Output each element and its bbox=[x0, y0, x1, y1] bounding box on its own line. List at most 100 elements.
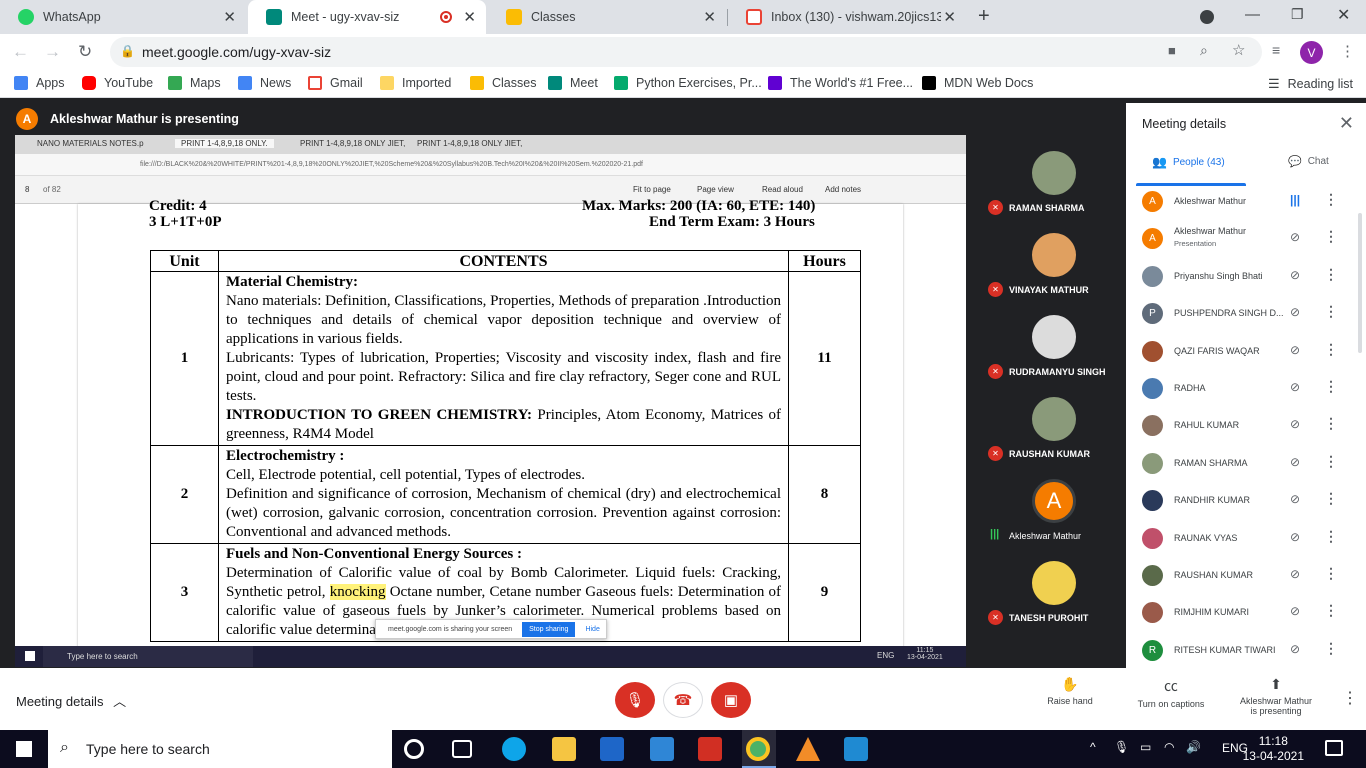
notifications-icon[interactable] bbox=[1325, 740, 1343, 756]
tab-people[interactable]: 👥 People (43) bbox=[1152, 155, 1225, 169]
volume-icon[interactable]: 🔊 bbox=[1186, 740, 1201, 754]
participant-row[interactable]: RAHUL KUMAR ⊘ ⋮ bbox=[1126, 407, 1366, 444]
tray-chevron-icon[interactable]: ^ bbox=[1090, 740, 1096, 754]
more-options-icon[interactable]: ⋮ bbox=[1324, 303, 1338, 320]
more-options-icon[interactable]: ⋮ bbox=[1324, 602, 1338, 619]
tab-classes[interactable]: Classes ✕ bbox=[488, 0, 726, 34]
bookmark-imported[interactable]: Imported bbox=[380, 76, 451, 90]
minimize-icon[interactable]: — bbox=[1245, 6, 1260, 23]
more-options-icon[interactable]: ⋮ bbox=[1342, 688, 1358, 708]
leave-call-button[interactable]: ☎ bbox=[663, 682, 703, 718]
more-options-icon[interactable]: ⋮ bbox=[1324, 228, 1338, 245]
bookmark-classes[interactable]: Classes bbox=[470, 76, 536, 90]
bookmark-maps[interactable]: Maps bbox=[168, 76, 221, 90]
tab-whatsapp[interactable]: WhatsApp ✕ bbox=[0, 0, 246, 34]
file-explorer-icon[interactable] bbox=[552, 737, 576, 761]
acrobat-icon[interactable] bbox=[698, 737, 722, 761]
more-options-icon[interactable]: ⋮ bbox=[1324, 453, 1338, 470]
taskbar-search[interactable]: ⌕ Type here to search bbox=[48, 730, 392, 768]
close-icon[interactable]: ✕ bbox=[703, 8, 716, 26]
tab-gmail[interactable]: Inbox (130) - vishwam.20jics133@ ✕ bbox=[728, 0, 966, 34]
vlc-icon[interactable] bbox=[796, 737, 820, 761]
window-close-icon[interactable]: ✕ bbox=[1337, 5, 1350, 25]
participant-row[interactable]: RIMJHIM KUMARI ⊘ ⋮ bbox=[1126, 594, 1366, 631]
participant-tile[interactable]: ✕ RAUSHAN KUMAR bbox=[981, 387, 1125, 465]
participant-row[interactable]: Priyanshu Singh Bhati ⊘ ⋮ bbox=[1126, 258, 1366, 295]
close-icon[interactable]: ✕ bbox=[223, 8, 236, 26]
tab-meet[interactable]: Meet - ugy-xvav-siz ✕ bbox=[248, 0, 486, 34]
camera-icon[interactable]: ■ bbox=[1168, 43, 1176, 58]
bookmark-apps[interactable]: Apps bbox=[14, 76, 65, 90]
participant-row[interactable]: RAUSHAN KUMAR ⊘ ⋮ bbox=[1126, 557, 1366, 594]
more-options-icon[interactable]: ⋮ bbox=[1324, 191, 1338, 208]
mail-icon[interactable] bbox=[650, 737, 674, 761]
more-options-icon[interactable]: ⋮ bbox=[1324, 528, 1338, 545]
forward-icon[interactable]: → bbox=[44, 42, 61, 62]
taskbar-clock[interactable]: 11:18 13-04-2021 bbox=[1243, 734, 1304, 764]
bookmark-meet[interactable]: Meet bbox=[548, 76, 598, 90]
participant-tile[interactable]: ✕ RUDRAMANYU SINGH bbox=[981, 305, 1125, 383]
zoom-icon[interactable]: ⌕ bbox=[1200, 42, 1208, 59]
mic-toggle-button[interactable]: 🎙 bbox=[615, 682, 655, 718]
reading-list[interactable]: ☰ Reading list bbox=[1268, 76, 1353, 92]
participant-tile[interactable]: A ||| Akleshwar Mathur bbox=[981, 469, 1125, 547]
windows-start-icon[interactable] bbox=[16, 741, 32, 757]
battery-icon[interactable]: ▭ bbox=[1140, 740, 1151, 754]
more-options-icon[interactable]: ⋮ bbox=[1324, 415, 1338, 432]
more-options-icon[interactable]: ⋮ bbox=[1324, 341, 1338, 358]
bookmark-gmail[interactable]: Gmail bbox=[308, 76, 363, 90]
close-icon[interactable]: ✕ bbox=[943, 8, 956, 26]
back-icon[interactable]: ← bbox=[12, 42, 29, 62]
bookmark-yahoo[interactable]: The World's #1 Free... bbox=[768, 76, 913, 90]
media-control-icon[interactable]: ≡ bbox=[1272, 42, 1280, 58]
bookmark-python[interactable]: Python Exercises, Pr... bbox=[614, 76, 762, 90]
store-icon[interactable] bbox=[600, 737, 624, 761]
bookmark-news[interactable]: News bbox=[238, 76, 291, 90]
participant-row[interactable]: A Akleshwar Mathur ||| ⋮ bbox=[1126, 183, 1366, 220]
meeting-details-button[interactable]: Meeting details ︿ bbox=[16, 691, 126, 710]
edge-icon[interactable] bbox=[502, 737, 526, 761]
more-options-icon[interactable]: ⋮ bbox=[1324, 490, 1338, 507]
participant-row[interactable]: RAMAN SHARMA ⊘ ⋮ bbox=[1126, 445, 1366, 482]
reload-icon[interactable]: ↻ bbox=[78, 42, 92, 62]
search-icon: ⌕ bbox=[60, 739, 69, 756]
unit-heading: Electrochemistry : bbox=[226, 448, 345, 464]
tab-chat[interactable]: 💬 Chat bbox=[1288, 155, 1329, 168]
participant-row[interactable]: RADHA ⊘ ⋮ bbox=[1126, 370, 1366, 407]
participant-name: RAMAN SHARMA bbox=[1009, 203, 1085, 213]
participant-tile[interactable]: ✕ VINAYAK MATHUR bbox=[981, 223, 1125, 301]
participant-row[interactable]: RAUNAK VYAS ⊘ ⋮ bbox=[1126, 520, 1366, 557]
close-icon[interactable]: ✕ bbox=[1339, 113, 1354, 134]
new-tab-button[interactable]: + bbox=[978, 5, 990, 28]
bookmark-label: Apps bbox=[36, 76, 65, 90]
present-status-button[interactable]: ⬆ Akleshwar Mathur is presenting bbox=[1232, 676, 1320, 716]
raise-hand-button[interactable]: ✋ Raise hand bbox=[1044, 676, 1096, 706]
participant-row[interactable]: A Akleshwar Mathur Presentation ⊘ ⋮ bbox=[1126, 220, 1366, 257]
participant-row[interactable]: R RITESH KUMAR TIWARI ⊘ ⋮ bbox=[1126, 632, 1366, 669]
bookmark-mdn[interactable]: MDN Web Docs bbox=[922, 76, 1033, 90]
more-options-icon[interactable]: ⋮ bbox=[1324, 565, 1338, 582]
participant-tile[interactable]: ✕ RAMAN SHARMA bbox=[981, 141, 1125, 219]
mic-tray-icon[interactable]: 🎙 bbox=[1114, 740, 1129, 754]
camera-toggle-button[interactable]: ▣ bbox=[711, 682, 751, 718]
more-options-icon[interactable]: ⋮ bbox=[1324, 378, 1338, 395]
task-view-icon[interactable] bbox=[452, 740, 472, 758]
bookmark-star-icon[interactable]: ☆ bbox=[1232, 41, 1245, 59]
participant-row[interactable]: P PUSHPENDRA SINGH D... ⊘ ⋮ bbox=[1126, 295, 1366, 332]
tab-search-icon[interactable] bbox=[1200, 10, 1214, 24]
more-options-icon[interactable]: ⋮ bbox=[1324, 266, 1338, 283]
wifi-icon[interactable]: ◠ bbox=[1164, 740, 1174, 754]
cortana-icon[interactable] bbox=[404, 739, 424, 759]
restore-icon[interactable]: ❐ bbox=[1291, 6, 1304, 23]
participant-row[interactable]: RANDHIR KUMAR ⊘ ⋮ bbox=[1126, 482, 1366, 519]
close-icon[interactable]: ✕ bbox=[463, 8, 476, 26]
menu-icon[interactable]: ⋮ bbox=[1340, 42, 1355, 60]
participant-row[interactable]: QAZI FARIS WAQAR ⊘ ⋮ bbox=[1126, 333, 1366, 370]
participant-tile[interactable]: ✕ TANESH PUROHIT bbox=[981, 551, 1125, 629]
more-options-icon[interactable]: ⋮ bbox=[1324, 640, 1338, 657]
vscode-icon[interactable] bbox=[844, 737, 868, 761]
captions-button[interactable]: ㏄ Turn on captions bbox=[1130, 676, 1212, 709]
bookmark-youtube[interactable]: YouTube bbox=[82, 76, 153, 90]
address-bar[interactable]: 🔒 meet.google.com/ugy-xvav-siz ■ ⌕ ☆ bbox=[110, 37, 1262, 67]
profile-avatar[interactable]: V bbox=[1300, 41, 1323, 64]
